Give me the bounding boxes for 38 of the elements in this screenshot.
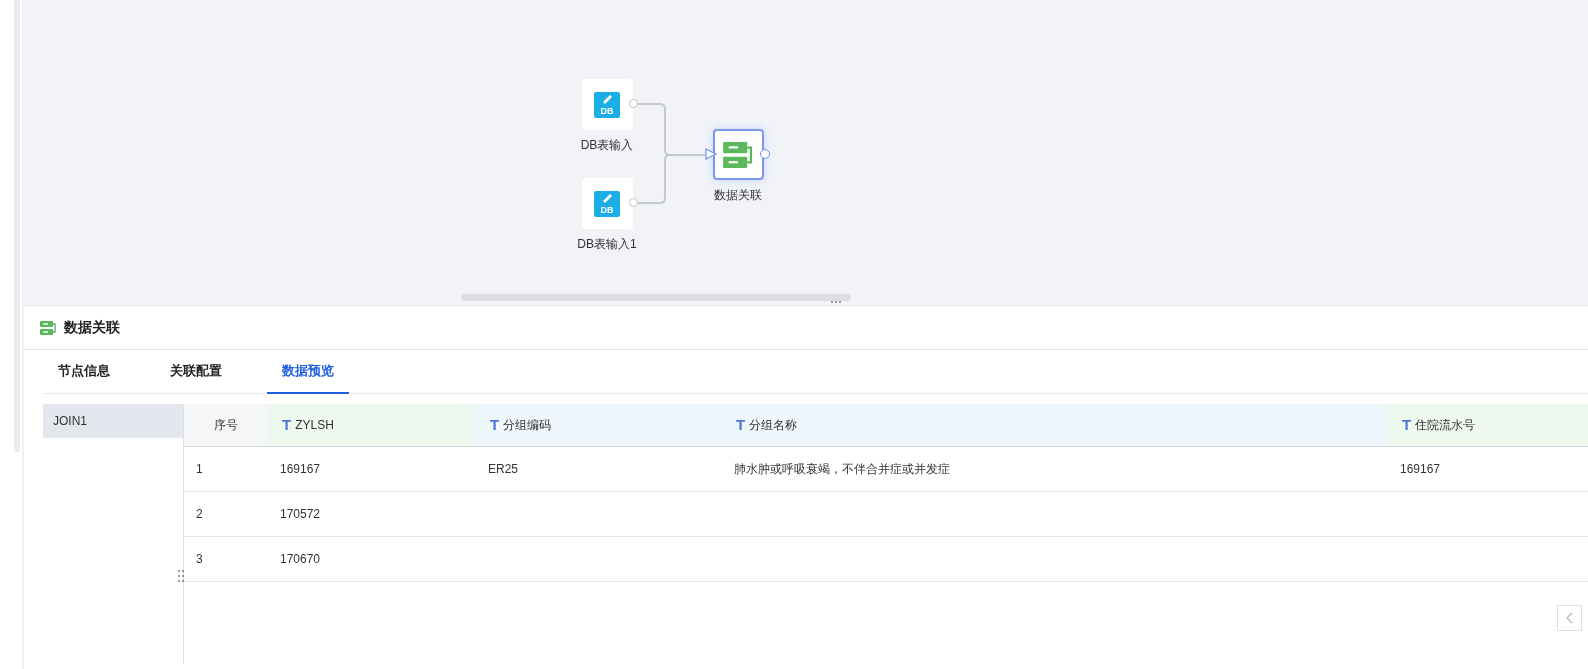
panel-title: 数据关联 [64,318,120,337]
table-cell-text: 170670 [280,551,321,568]
output-port[interactable] [628,99,638,108]
column-label: 分组名称 [749,417,798,434]
text-type-icon: T [282,413,292,437]
column-label: 住院流水号 [1415,417,1476,434]
table-cell-text: 肺水肿或呼吸衰竭，不伴合并症或并发症 [734,461,950,478]
flow-node[interactable] [712,129,764,180]
tab[interactable]: 数据预览 [267,350,349,394]
table-cell-text: ER25 [488,461,519,478]
text-type-icon: T [1402,413,1412,437]
text-type-icon: T [490,413,500,437]
tab[interactable]: 关联配置 [155,350,237,394]
column-label: 序号 [214,417,238,434]
table-cell-text: 169167 [280,461,321,478]
table-cell-text: 1 [196,461,203,478]
column-label: 分组编码 [503,417,552,434]
output-port[interactable] [759,149,770,159]
node-label: 数据关联 [714,187,762,204]
tab[interactable]: 节点信息 [43,350,125,394]
database-file-icon: DB [594,91,620,118]
horizontal-scrollbar[interactable] [461,294,851,301]
sidebar-item[interactable]: JOIN1 [43,404,183,438]
chevron-left-icon [1565,612,1574,624]
output-port[interactable] [628,198,638,207]
input-port-icon[interactable] [704,148,718,160]
node-label: DB表输入 [580,137,634,154]
table-cell-text: 2 [196,506,203,523]
table-cell-text: 170572 [280,506,321,523]
table-cell-text: 169167 [1400,461,1441,478]
join-icon [40,320,56,335]
join-icon [722,141,754,168]
node-label: DB表输入1 [577,236,637,253]
text-type-icon: T [736,413,746,437]
database-file-icon: DB [594,190,620,217]
column-label: ZYLSH [295,417,334,434]
table-cell-text: 3 [196,551,203,568]
resize-handle-icon[interactable] [177,569,185,583]
